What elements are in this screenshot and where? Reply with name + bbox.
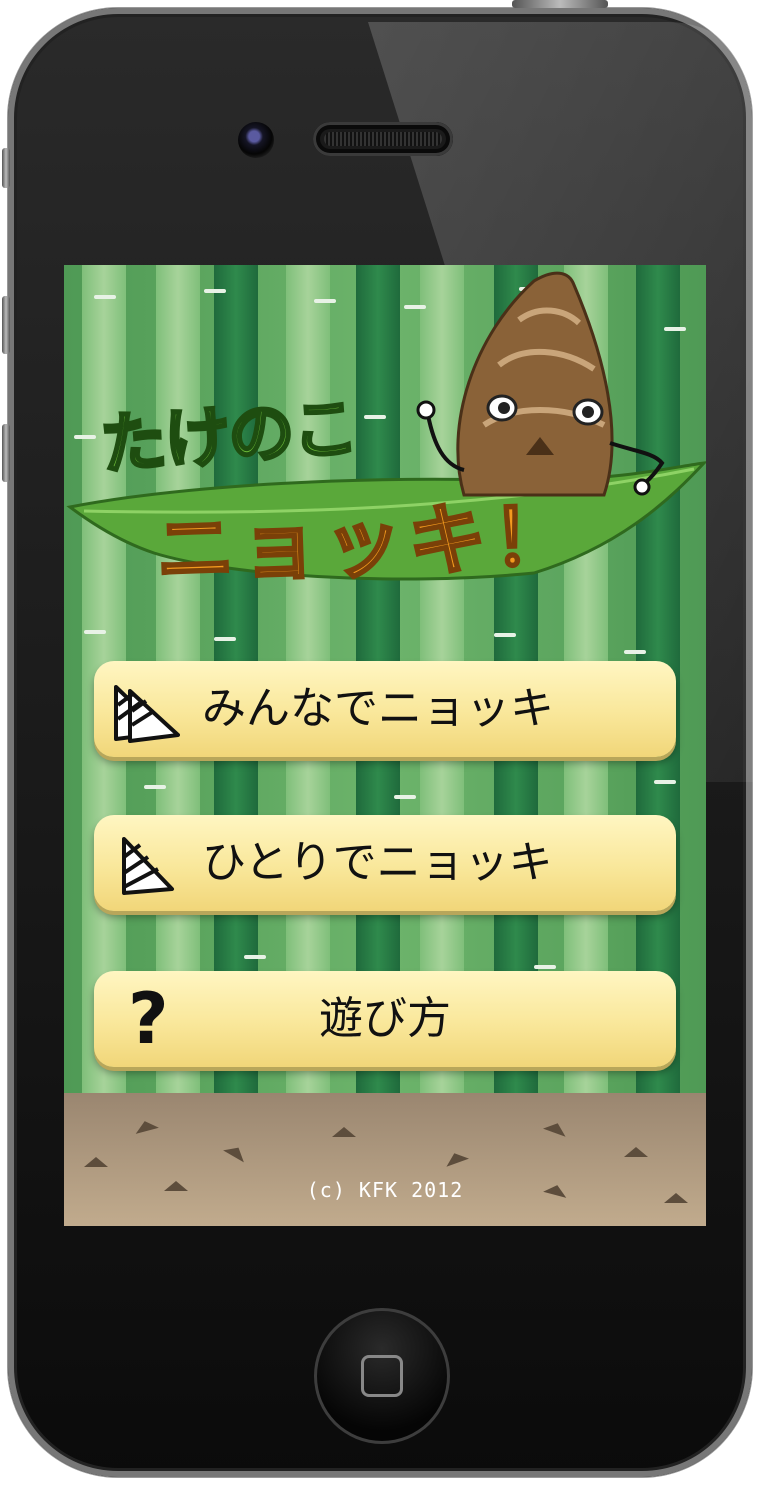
mute-switch bbox=[2, 148, 10, 188]
pebble bbox=[332, 1127, 356, 1137]
multiplayer-button[interactable]: みんなでニョッキ bbox=[94, 661, 676, 757]
bamboo-node bbox=[94, 295, 116, 299]
bamboo-shoot-character bbox=[416, 271, 665, 497]
title-takenoko: たけのこ bbox=[97, 388, 361, 486]
pebble bbox=[624, 1147, 648, 1157]
copyright-text: (c) KFK 2012 bbox=[306, 1178, 464, 1202]
pebble bbox=[133, 1118, 159, 1134]
bamboo-node bbox=[214, 637, 236, 641]
pebble bbox=[223, 1141, 249, 1163]
speaker-grille bbox=[324, 132, 442, 146]
pebble bbox=[443, 1149, 469, 1167]
pebble bbox=[543, 1119, 569, 1137]
bamboo-node bbox=[314, 299, 336, 303]
bamboo-node bbox=[144, 785, 166, 789]
front-camera-icon bbox=[238, 122, 274, 158]
bamboo-node bbox=[364, 415, 386, 419]
multiplayer-label: みんなでニョッキ bbox=[202, 683, 554, 734]
bamboo-node bbox=[534, 965, 556, 969]
bamboo-shoot-icon bbox=[122, 837, 174, 895]
earpiece-speaker bbox=[313, 122, 453, 156]
ground-soil bbox=[64, 1093, 706, 1226]
home-button[interactable] bbox=[314, 1308, 450, 1444]
bamboo-node bbox=[84, 630, 106, 634]
single-player-button[interactable]: ひとりでニョッキ bbox=[94, 815, 676, 911]
how-to-play-label: 遊び方 bbox=[319, 993, 451, 1044]
game-screen: たけのこ ニョッキ！ みんなでニョッキ ひとりでニョッキ ? 遊び方 (c) K… bbox=[64, 265, 706, 1226]
title-nyokki: ニョッキ！ bbox=[153, 490, 579, 598]
double-bamboo-shoot-icon bbox=[114, 685, 180, 743]
bamboo-node bbox=[74, 435, 96, 439]
bamboo-node bbox=[244, 955, 266, 959]
single-player-label: ひとりでニョッキ bbox=[202, 837, 553, 888]
how-to-play-button[interactable]: ? 遊び方 bbox=[94, 971, 676, 1067]
bamboo-node bbox=[204, 289, 226, 293]
volume-up-button bbox=[2, 296, 10, 354]
home-square-icon bbox=[361, 1355, 403, 1397]
volume-down-button bbox=[2, 424, 10, 482]
bamboo-node bbox=[624, 650, 646, 654]
power-button bbox=[512, 0, 608, 8]
pebble bbox=[84, 1157, 108, 1167]
bamboo-node bbox=[654, 780, 676, 784]
bamboo-node bbox=[394, 795, 416, 799]
bamboo-node bbox=[494, 633, 516, 637]
